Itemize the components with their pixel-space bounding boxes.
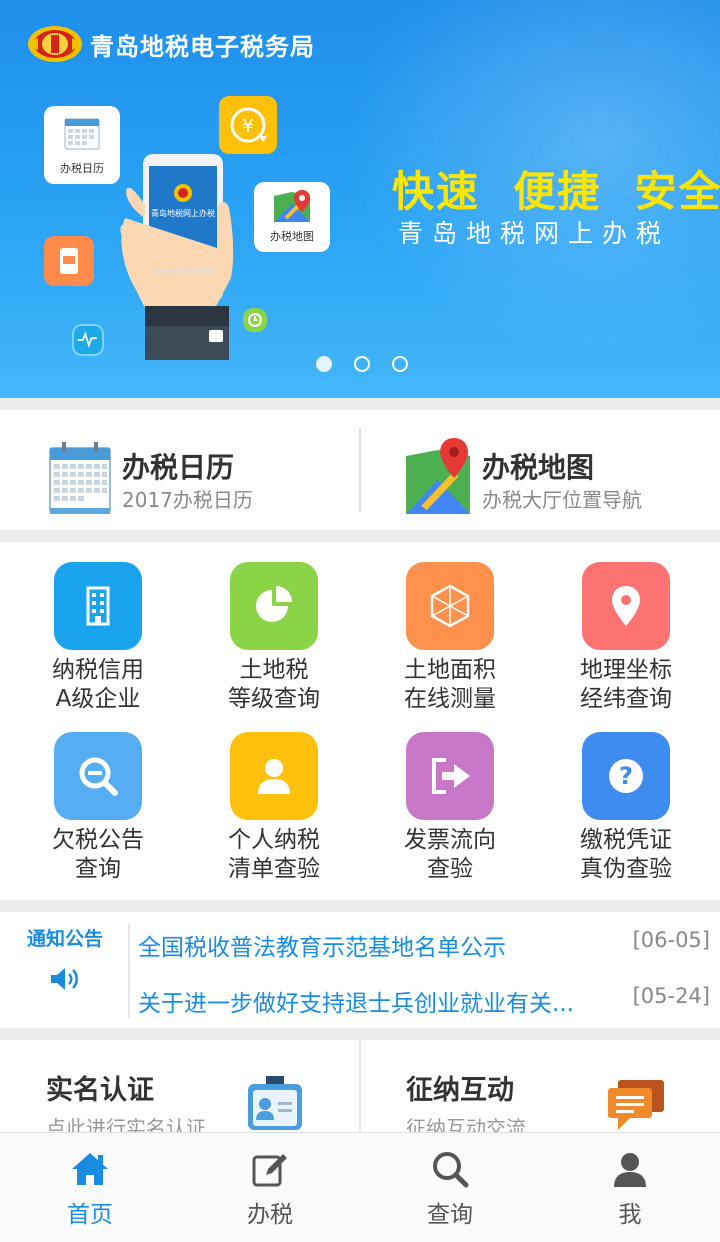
question-icon: ? bbox=[582, 732, 670, 820]
banner-subslogan: 青岛地税网上办税 bbox=[398, 219, 671, 248]
tax-emblem-icon bbox=[28, 26, 82, 62]
service-label: 纳税信用 A级企业 bbox=[52, 657, 144, 712]
interaction-title: 征纳互动 bbox=[406, 1075, 514, 1106]
notice-header: 通知公告 bbox=[20, 924, 110, 997]
tab-me-label: 我 bbox=[618, 1202, 642, 1228]
tax-map-subtitle: 办税大厅位置导航 bbox=[482, 488, 642, 512]
cup-icon bbox=[44, 236, 94, 286]
notice-item-text: 关于进一步做好支持退士兵创业就业有关... bbox=[138, 991, 574, 1017]
polygon-icon bbox=[406, 562, 494, 650]
zoom-out-icon bbox=[54, 732, 142, 820]
search-icon bbox=[433, 1152, 469, 1188]
carousel-dot-1[interactable] bbox=[316, 356, 332, 372]
carousel-dot-3[interactable] bbox=[392, 356, 408, 372]
tax-calendar-title: 办税日历 bbox=[122, 451, 235, 484]
service-label: 欠税公告 查询 bbox=[52, 827, 144, 882]
service-credit-a-level[interactable]: 纳税信用 A级企业 bbox=[8, 562, 188, 714]
calendar-icon bbox=[49, 442, 111, 514]
notice-item-date: [06-05] bbox=[632, 928, 710, 952]
service-voucher-verify[interactable]: ? 缴税凭证 真伪查验 bbox=[536, 732, 716, 884]
tab-tax-label: 办税 bbox=[247, 1202, 293, 1228]
chat-bubbles-icon bbox=[608, 1080, 664, 1130]
sign-out-icon bbox=[406, 732, 494, 820]
user-icon bbox=[230, 732, 318, 820]
phone-hand-illustration bbox=[120, 154, 234, 360]
calendar-icon bbox=[64, 118, 100, 150]
map-icon bbox=[274, 190, 310, 222]
home-icon bbox=[72, 1153, 108, 1185]
tax-map-title: 办税地图 bbox=[482, 451, 595, 484]
brand-header: 青岛地税电子税务局 bbox=[26, 22, 315, 66]
phone-screen-copyright: copyright青岛市地方税务局 bbox=[153, 269, 217, 275]
svg-text:?: ? bbox=[619, 762, 633, 790]
svg-text:¥: ¥ bbox=[242, 116, 253, 137]
map-bubble: 办税地图 bbox=[254, 182, 330, 252]
bottom-tab-bar: 首页 办税 查询 我 bbox=[0, 1132, 720, 1242]
service-land-area-measure[interactable]: 土地面积 在线测量 bbox=[360, 562, 540, 714]
service-invoice-flow[interactable]: 发票流向 查验 bbox=[360, 732, 540, 884]
notice-item-text: 全国税收普法教育示范基地名单公示 bbox=[138, 935, 506, 961]
carousel-indicator[interactable] bbox=[316, 356, 408, 372]
service-personal-tax-list[interactable]: 个人纳税 清单查验 bbox=[184, 732, 364, 884]
service-label: 土地面积 在线测量 bbox=[404, 657, 496, 712]
carousel-dot-2[interactable] bbox=[354, 356, 370, 372]
service-label: 土地税 等级查询 bbox=[228, 657, 320, 712]
interaction-subtitle: 征纳互动交流 bbox=[406, 1116, 526, 1132]
brand-title: 青岛地税电子税务局 bbox=[90, 32, 315, 61]
map-icon bbox=[406, 438, 470, 514]
service-label: 发票流向 查验 bbox=[404, 827, 496, 882]
tab-me[interactable]: 我 bbox=[540, 1133, 720, 1242]
location-pin-icon bbox=[582, 562, 670, 650]
service-label: 个人纳税 清单查验 bbox=[228, 827, 320, 882]
tab-home[interactable]: 首页 bbox=[0, 1133, 180, 1242]
phone-screen-caption: 青岛地税网上办税 bbox=[151, 209, 215, 218]
tab-query-label: 查询 bbox=[427, 1202, 473, 1228]
pie-chart-icon bbox=[230, 562, 318, 650]
calendar-bubble: 办税日历 bbox=[44, 106, 120, 184]
banner-slogan: 快速 便捷 安全 bbox=[392, 167, 720, 216]
feature-cards: 实名认证 点此进行实名认证 征纳互动 征纳互动交流 bbox=[0, 1040, 720, 1132]
app-screen: 青岛地税电子税务局 快速 便捷 安全 青岛地税网上办税 办税日历 办税地图 ¥ … bbox=[0, 0, 720, 1242]
real-name-auth-subtitle: 点此进行实名认证 bbox=[46, 1116, 206, 1132]
pulse-monitor-icon bbox=[72, 324, 104, 356]
service-arrears-notice[interactable]: 欠税公告 查询 bbox=[8, 732, 188, 884]
edit-icon bbox=[252, 1154, 287, 1187]
map-bubble-label: 办税地图 bbox=[270, 230, 314, 243]
id-badge-icon bbox=[248, 1076, 302, 1130]
promo-banner[interactable]: 青岛地税电子税务局 快速 便捷 安全 青岛地税网上办税 办税日历 办税地图 ¥ … bbox=[0, 0, 720, 398]
notice-divider bbox=[128, 924, 130, 1018]
notice-title: 通知公告 bbox=[26, 928, 103, 950]
service-geo-coordinates[interactable]: 地理坐标 经纬查询 bbox=[536, 562, 716, 714]
notice-board: 通知公告 全国税收普法教育示范基地名单公示 [06-05] 关于进一步做好支持退… bbox=[0, 912, 720, 1028]
tax-map-card[interactable]: 办税地图 办税大厅位置导航 bbox=[360, 410, 720, 530]
notice-item-date: [05-24] bbox=[632, 984, 710, 1008]
tax-calendar-card[interactable]: 办税日历 2017办税日历 bbox=[0, 410, 360, 530]
user-icon bbox=[614, 1153, 646, 1187]
notice-item[interactable]: 全国税收普法教育示范基地名单公示 [06-05] bbox=[138, 922, 710, 962]
calendar-bubble-label: 办税日历 bbox=[60, 162, 104, 175]
service-label: 地理坐标 经纬查询 bbox=[580, 657, 672, 712]
yen-refund-icon: ¥ bbox=[219, 96, 277, 154]
real-name-auth-card[interactable]: 实名认证 点此进行实名认证 bbox=[0, 1040, 360, 1132]
notice-item[interactable]: 关于进一步做好支持退士兵创业就业有关... [05-24] bbox=[138, 978, 710, 1018]
tab-tax[interactable]: 办税 bbox=[180, 1133, 360, 1242]
speaker-icon bbox=[51, 968, 78, 990]
service-label: 缴税凭证 真伪查验 bbox=[580, 827, 672, 882]
service-land-tax-grade[interactable]: 土地税 等级查询 bbox=[184, 562, 364, 714]
tab-home-label: 首页 bbox=[67, 1202, 113, 1228]
tax-calendar-subtitle: 2017办税日历 bbox=[122, 488, 253, 512]
tab-query[interactable]: 查询 bbox=[360, 1133, 540, 1242]
quick-cards: 办税日历 2017办税日历 办税地图 办税大厅位置导航 bbox=[0, 410, 720, 530]
building-icon bbox=[54, 562, 142, 650]
service-grid: 纳税信用 A级企业 土地税 等级查询 土地面积 在线测量 地理坐标 经纬查询 欠税公告 bbox=[0, 542, 720, 900]
interaction-card[interactable]: 征纳互动 征纳互动交流 bbox=[360, 1040, 720, 1132]
real-name-auth-title: 实名认证 bbox=[46, 1075, 154, 1106]
